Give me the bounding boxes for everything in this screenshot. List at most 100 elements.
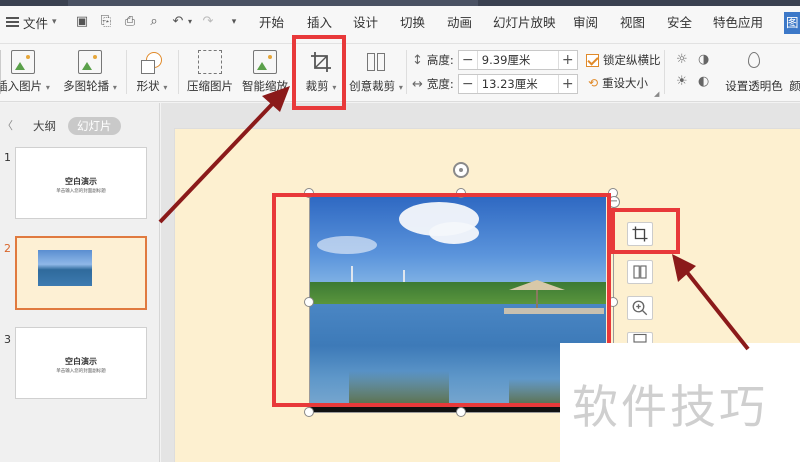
chevron-down-icon: ▾ (163, 83, 168, 92)
width-decrease-button[interactable]: − (459, 75, 477, 93)
compress-label: 压缩图片 (187, 79, 233, 93)
watermark-text: 软件技巧 (572, 380, 768, 434)
width-label: 宽度: (426, 77, 454, 91)
creative-crop-label: 创意裁剪 (349, 79, 396, 93)
slide-number: 3 (4, 333, 11, 346)
watermark-panel: 软件技巧 (560, 343, 800, 462)
separator (664, 50, 665, 94)
slide-thumbnail-2[interactable] (15, 236, 147, 310)
smart-zoom-icon (253, 50, 277, 74)
separator (126, 50, 127, 94)
hamburger-icon (6, 17, 19, 27)
float-zoom-button[interactable] (627, 296, 653, 320)
reset-size-button[interactable]: ⟲ 重设大小 (588, 75, 648, 91)
customize-dropdown-icon[interactable]: ▾ (226, 14, 242, 30)
brightness-up-icon[interactable]: ☼ (676, 52, 688, 67)
tab-slides[interactable]: 幻灯片 (68, 117, 121, 135)
slide-thumb-title: 空白演示 (65, 357, 97, 366)
panel-collapse-icon[interactable]: 〈 (2, 117, 13, 133)
height-icon: ↕ (412, 52, 423, 68)
shape-icon (140, 50, 164, 74)
ribbon-toolbar: 插入图片 ▾ 多图轮播 ▾ 形状 ▾ 压缩图片 智能缩放 裁剪 ▾ 创意裁剪 ▾… (0, 44, 800, 102)
tab-transition[interactable]: 切换 (400, 12, 425, 34)
multi-picture-icon (78, 50, 102, 74)
slide-thumb-title: 空白演示 (65, 177, 97, 186)
separator (178, 50, 179, 94)
color-button[interactable]: 颜 (788, 46, 800, 98)
contrast-down-icon[interactable]: ◐ (698, 74, 709, 89)
file-menu-label: 文件 (23, 15, 49, 31)
lock-ratio-label: 锁定纵横比 (603, 53, 661, 67)
tab-slideshow[interactable]: 幻灯片放映 (493, 12, 556, 34)
brightness-down-icon[interactable]: ☀ (676, 74, 688, 89)
width-increase-button[interactable]: + (559, 75, 577, 93)
height-value[interactable]: 9.39厘米 (476, 51, 559, 69)
preview-icon[interactable]: ⌕ (146, 14, 162, 30)
chevron-down-icon: ▾ (398, 83, 403, 92)
rotate-handle-icon[interactable] (453, 162, 469, 178)
slide-thumbnail-1[interactable]: 空白演示 单击输入您的封面副标题 (15, 147, 147, 219)
resize-handle-s[interactable] (456, 407, 466, 417)
checkbox-checked-icon (586, 53, 599, 67)
contrast-up-icon[interactable]: ◑ (698, 52, 709, 67)
print-icon[interactable]: ⎙ (122, 14, 138, 30)
width-icon: ↔ (412, 76, 423, 92)
float-creative-crop-button[interactable] (627, 260, 653, 284)
undo-dropdown-icon[interactable]: ▾ (182, 14, 198, 30)
tab-animation[interactable]: 动画 (447, 12, 472, 34)
creative-crop-button[interactable]: 创意裁剪 ▾ (348, 46, 404, 98)
width-input[interactable]: − 13.23厘米 + (457, 74, 578, 94)
tab-insert[interactable]: 插入 (307, 12, 333, 38)
height-input[interactable]: − 9.39厘米 + (457, 50, 578, 70)
panel-tabs: 〈 大纲 幻灯片 (0, 115, 160, 137)
compress-icon (198, 50, 222, 74)
tab-review[interactable]: 审阅 (573, 12, 598, 34)
slide-thumb-subtitle: 单击输入您的封面副标题 (56, 369, 106, 374)
multi-picture-button[interactable]: 多图轮播 ▾ (60, 46, 120, 98)
insert-picture-button[interactable]: 插入图片 ▾ (0, 46, 50, 98)
save-icon[interactable]: ▣ (74, 14, 90, 30)
slide-panel: 〈 大纲 幻灯片 1 空白演示 单击输入您的封面副标题 2 3 空白演示 单击输… (0, 103, 160, 462)
lock-ratio-checkbox[interactable]: 锁定纵横比 (586, 52, 661, 68)
slide-thumb-subtitle: 单击输入您的封面副标题 (56, 189, 106, 194)
file-menu-button[interactable]: 文件 ▾ (2, 11, 63, 33)
tab-view[interactable]: 视图 (620, 12, 645, 34)
tab-design[interactable]: 设计 (353, 12, 378, 34)
height-increase-button[interactable]: + (559, 51, 577, 69)
export-icon[interactable]: ⎘ (98, 14, 114, 30)
height-label: 高度: (426, 53, 454, 67)
chevron-down-icon: ▾ (112, 83, 117, 92)
tab-features[interactable]: 特色应用 (713, 12, 763, 34)
insert-picture-label: 插入图片 (0, 79, 43, 93)
slide-thumbnail-3[interactable]: 空白演示 单击输入您的封面副标题 (15, 327, 147, 399)
highlight-float-crop (611, 208, 680, 254)
reset-icon: ⟲ (588, 76, 599, 90)
separator (406, 50, 407, 94)
width-value[interactable]: 13.23厘米 (476, 75, 559, 93)
dialog-launcher-icon[interactable]: ◢ (654, 90, 659, 98)
color-icon (788, 50, 800, 74)
tab-picture-tools[interactable]: 图 (784, 12, 800, 34)
zoom-in-icon (632, 300, 648, 316)
resize-handle-sw[interactable] (304, 407, 314, 417)
tab-outline[interactable]: 大纲 (33, 117, 56, 135)
shape-label: 形状 (136, 79, 160, 93)
multi-picture-label: 多图轮播 (63, 79, 110, 93)
creative-crop-icon (364, 50, 388, 74)
reset-size-label: 重设大小 (602, 76, 649, 90)
chevron-down-icon: ▾ (45, 83, 50, 92)
picture-icon (11, 50, 35, 74)
compress-picture-button[interactable]: 压缩图片 (184, 46, 236, 98)
set-transparent-button[interactable]: 设置透明色 (722, 46, 786, 98)
smart-zoom-button[interactable]: 智能缩放 (240, 46, 290, 98)
shape-button[interactable]: 形状 ▾ (132, 46, 172, 98)
highlight-crop-button (292, 35, 346, 110)
chevron-down-icon: ▾ (52, 17, 57, 27)
redo-icon[interactable]: ↷ (200, 14, 216, 30)
tab-home[interactable]: 开始 (259, 12, 284, 34)
tab-security[interactable]: 安全 (667, 12, 692, 34)
height-decrease-button[interactable]: − (459, 51, 477, 69)
menu-bar: 文件 ▾ ▣ ⎘ ⎙ ⌕ ↶ ▾ ↷ ▾ 开始 插入 设计 切换 动画 幻灯片放… (0, 0, 800, 44)
slide-thumb-image (38, 250, 92, 286)
height-field-row: ↕ 高度: − 9.39厘米 + (412, 50, 578, 70)
